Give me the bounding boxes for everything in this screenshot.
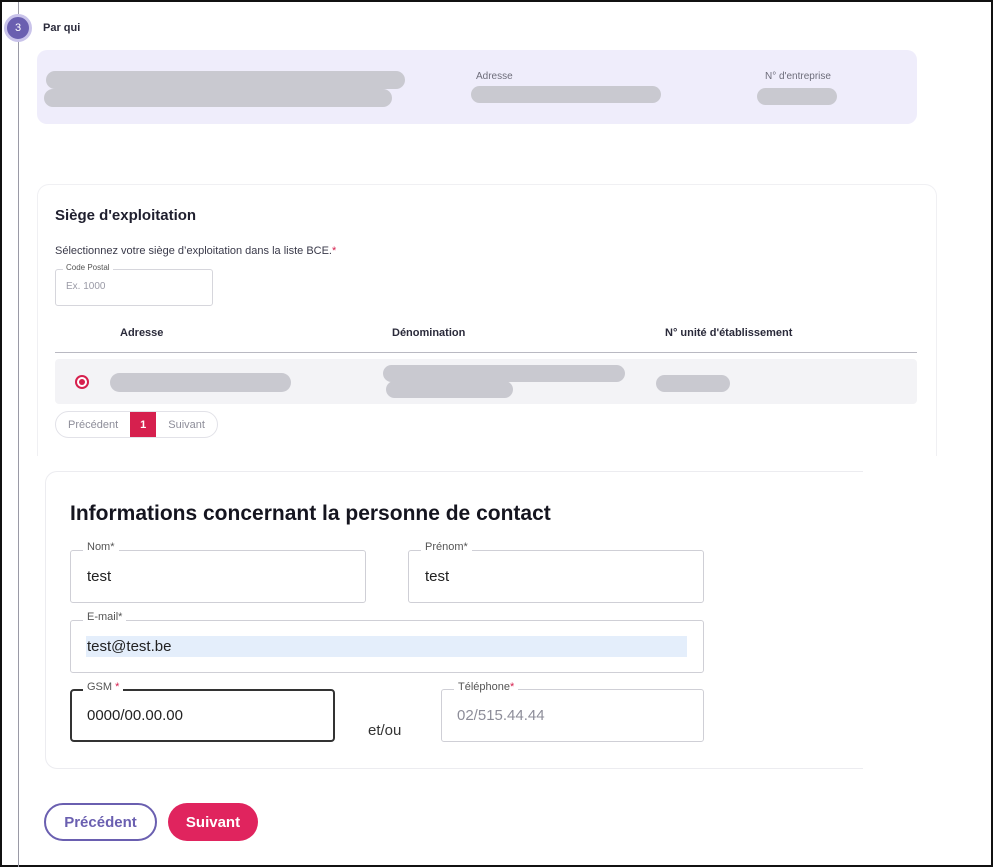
email-autofill-highlight	[86, 636, 687, 657]
table-pagination: Précédent 1 Suivant	[55, 411, 218, 438]
previous-button[interactable]: Précédent	[44, 803, 157, 841]
nom-label: Nom*	[83, 541, 119, 553]
step-rail	[18, 40, 19, 867]
gsm-value: 0000/00.00.00	[87, 707, 183, 724]
prenom-field[interactable]	[408, 550, 704, 603]
redacted-row-address	[110, 373, 291, 392]
company-address-label: Adresse	[476, 71, 513, 82]
telephone-label: Téléphone*	[454, 681, 519, 693]
nom-value: test	[87, 568, 112, 585]
column-header-address: Adresse	[120, 327, 164, 339]
redacted-company-address	[471, 86, 661, 103]
table-header-divider	[55, 352, 917, 353]
column-header-denomination: Dénomination	[392, 327, 466, 339]
pager-page-1[interactable]: 1	[130, 412, 157, 437]
redacted-row-denomination-1	[383, 365, 625, 382]
email-label: E-mail*	[83, 611, 127, 623]
email-value: test@test.be	[87, 638, 172, 655]
step-rail-top	[18, 2, 19, 14]
pager-next-button[interactable]: Suivant	[156, 412, 217, 437]
contact-title: Informations concernant la personne de c…	[70, 502, 551, 525]
pager-prev-button[interactable]: Précédent	[56, 412, 130, 437]
redacted-company-name-1	[46, 71, 405, 89]
prenom-label: Prénom*	[421, 541, 472, 553]
or-separator: et/ou	[368, 722, 402, 739]
telephone-placeholder: 02/515.44.44	[457, 707, 545, 724]
gsm-label: GSM *	[83, 681, 124, 693]
postal-code-label: Code Postal	[63, 263, 113, 272]
nom-field[interactable]	[70, 550, 366, 603]
next-button[interactable]: Suivant	[168, 803, 258, 841]
redacted-row-denomination-2	[386, 381, 513, 398]
company-enterprise-label: N° d'entreprise	[765, 71, 831, 82]
siege-title: Siège d'exploitation	[55, 207, 197, 224]
redacted-company-name-2	[44, 89, 392, 107]
prenom-value: test	[425, 568, 450, 585]
column-header-unit-number: N° unité d'établissement	[665, 327, 793, 339]
row-radio-selected[interactable]	[75, 375, 89, 389]
step-title: Par qui	[43, 22, 81, 34]
step-number-badge: 3	[4, 14, 32, 42]
postal-code-field[interactable]	[55, 269, 213, 306]
redacted-row-unit-number	[656, 375, 730, 392]
redacted-enterprise-number	[757, 88, 837, 105]
postal-code-input[interactable]	[66, 281, 196, 292]
siege-hint: Sélectionnez votre siège d’exploitation …	[55, 245, 337, 257]
